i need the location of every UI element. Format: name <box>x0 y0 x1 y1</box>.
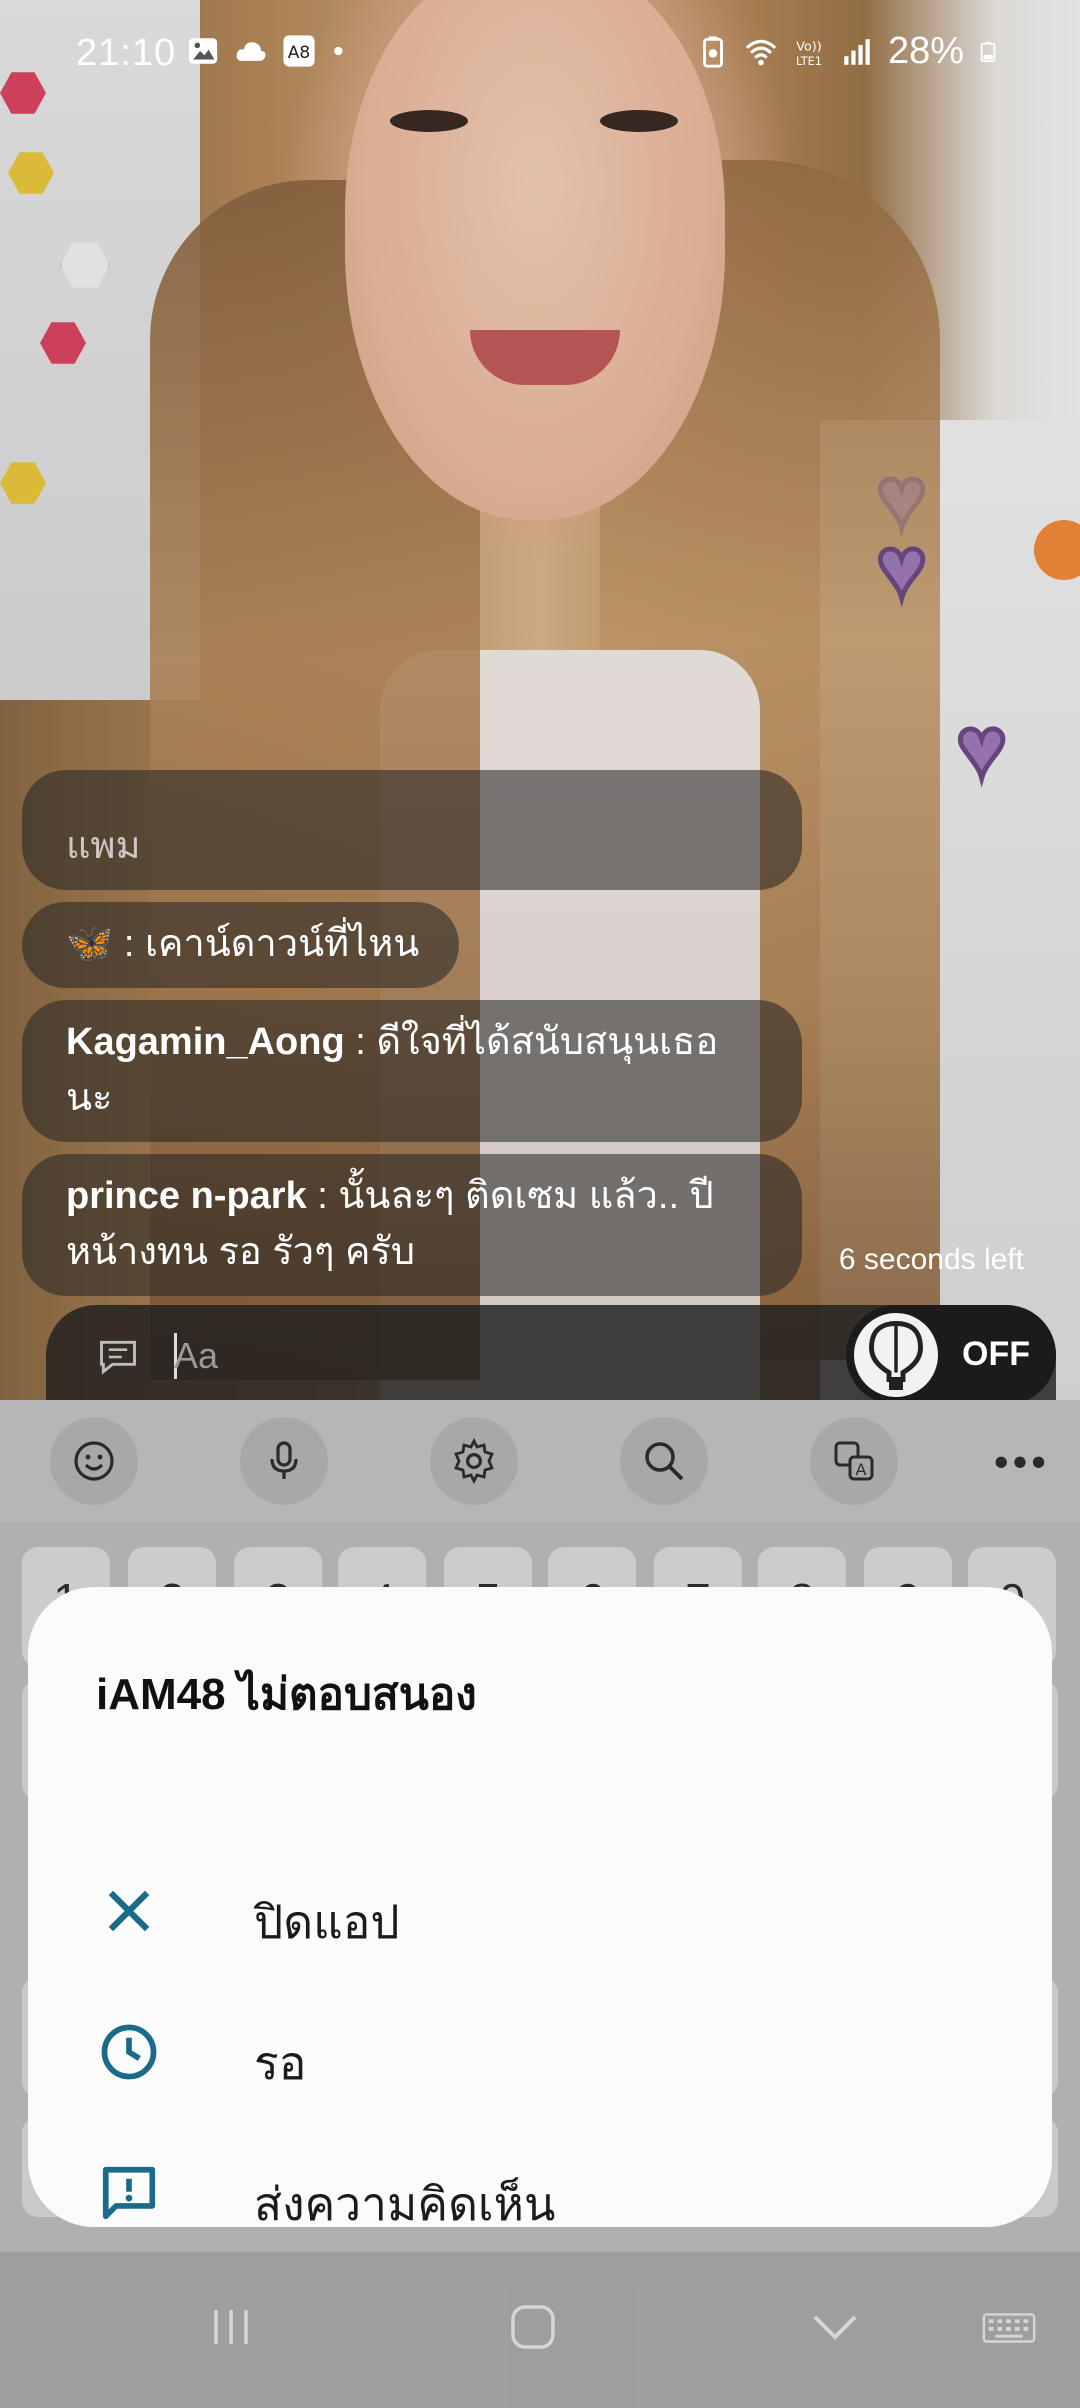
app-not-responding-dialog: iAM48 ไม่ตอบสนอง ปิดแอป รอ ส่งความคิดเห็… <box>28 1587 1052 2230</box>
chat-username: 🦋 <box>66 923 114 965</box>
wait-label: รอ <box>254 2037 307 2089</box>
volte-icon: Vo))LTE1 <box>796 39 822 67</box>
chat-message-text: : เคาน์ดาวน์ที่ไหน <box>113 923 420 965</box>
chat-message: 🦋 : เคาน์ดาวน์ที่ไหน <box>22 902 460 988</box>
send-feedback-label: ส่งความคิดเห็น <box>254 2178 556 2230</box>
chat-input[interactable]: Aa <box>174 1335 218 1377</box>
svg-text:A8: A8 <box>288 43 310 63</box>
chat-message-text: แพม <box>66 825 141 867</box>
feedback-icon <box>102 2166 156 2220</box>
chat-input-bar[interactable]: Aa OFF <box>46 1305 1056 1405</box>
system-icons: Vo)) LTE1 28% <box>696 30 1000 73</box>
svg-text:LTE1: LTE1 <box>796 53 822 67</box>
balloon-icon <box>854 1313 938 1397</box>
chat-username: prince n-park <box>66 1175 307 1217</box>
chat-message: prince n-park : นั้นละๆ ติดเซม แล้ว.. ปี… <box>22 1154 802 1296</box>
chat-username: Kagamin_Aong <box>66 1021 345 1063</box>
more-notifications-dot-icon <box>334 46 343 56</box>
battery-saver-icon <box>703 35 723 68</box>
wifi-icon <box>745 39 777 65</box>
status-time: 21:10 <box>76 32 177 74</box>
close-app-option[interactable]: ปิดแอป <box>28 1850 1052 1970</box>
close-app-label: ปิดแอป <box>254 1896 400 1948</box>
chat-bubble-icon[interactable] <box>96 1335 140 1379</box>
chat-message: Kagamin_Aong : ดีใจที่ได้สนับสนุนเธอนะ <box>22 1000 802 1142</box>
close-icon <box>108 1890 150 1932</box>
gallery-icon <box>188 38 218 64</box>
send-feedback-option[interactable]: ส่งความคิดเห็น <box>28 2132 1052 2252</box>
live-chat: แพม 🦋 : เคาน์ดาวน์ที่ไหน Kagamin_Aong : … <box>22 770 802 1308</box>
clock-icon <box>101 2024 157 2080</box>
status-bar: 21:10 A8 Vo)) LTE1 28% <box>0 0 1080 110</box>
balloon-toggle[interactable]: OFF <box>846 1305 1056 1405</box>
svg-text:Vo)): Vo)) <box>796 39 821 54</box>
wait-option[interactable]: รอ <box>28 1991 1052 2111</box>
app-notification-icon: A8 <box>283 35 315 67</box>
signal-icon <box>844 38 870 65</box>
toggle-state-label: OFF <box>962 1335 1030 1373</box>
dialog-title: iAM48 ไม่ตอบสนอง <box>96 1670 477 1719</box>
chat-message: แพม <box>22 770 802 890</box>
notification-icons: A8 <box>186 34 350 68</box>
battery-percent: 28% <box>887 30 964 72</box>
cloud-icon <box>236 42 266 61</box>
countdown-label: 6 seconds left <box>838 1243 1024 1276</box>
battery-icon <box>980 41 996 62</box>
